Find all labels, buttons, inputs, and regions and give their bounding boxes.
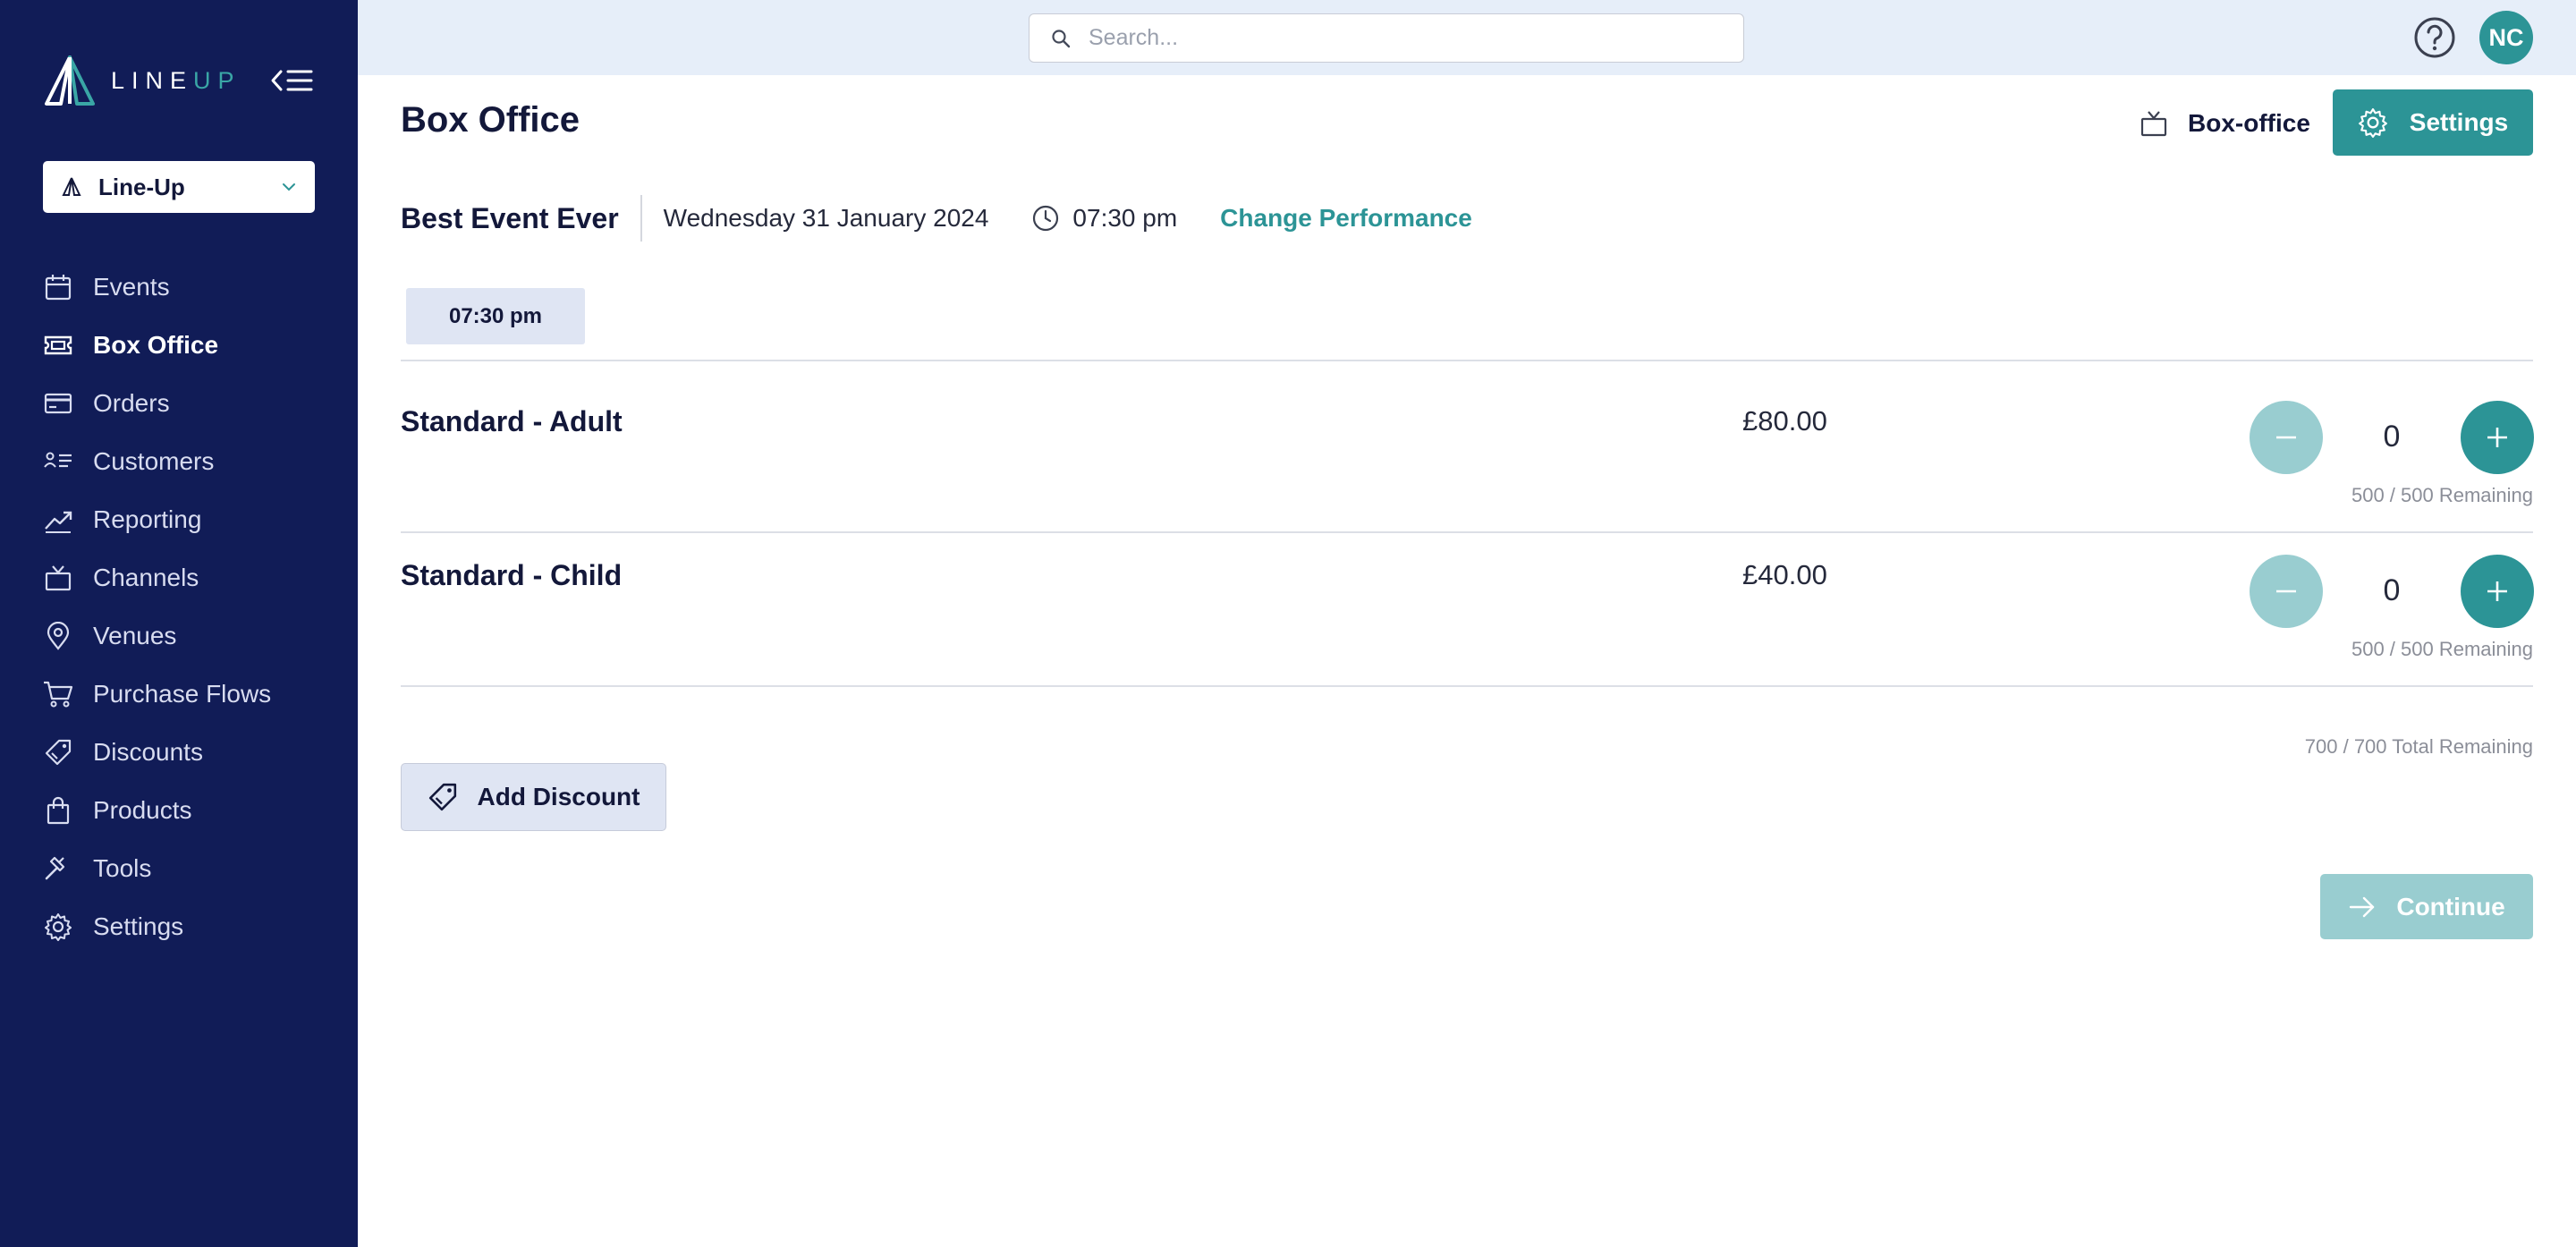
sidebar-item-customers[interactable]: Customers <box>43 432 347 490</box>
minus-icon <box>2276 590 2296 593</box>
sidebar-item-label: Settings <box>93 912 184 940</box>
hammer-icon <box>43 853 73 884</box>
ticket-name: Standard - Child <box>401 559 623 591</box>
event-info: Best Event Ever Wednesday 31 January 202… <box>401 193 1472 243</box>
cart-icon <box>43 679 73 709</box>
gear-icon <box>43 912 73 942</box>
chevron-down-icon <box>283 183 295 191</box>
ticket-price: £40.00 <box>1742 559 1827 590</box>
organisation-select-value: Line-Up <box>98 173 185 200</box>
clock-icon <box>1033 205 1059 232</box>
collapse-menu-icon <box>271 70 313 91</box>
settings-button[interactable]: Settings <box>2333 89 2533 156</box>
channel-label: Box-office <box>2140 102 2310 145</box>
sidebar-item-label: Discounts <box>93 737 203 766</box>
remaining-count: 500 / 500 Remaining <box>2351 484 2533 506</box>
help-icon <box>2414 17 2455 58</box>
remaining-count: 500 / 500 Remaining <box>2351 638 2533 660</box>
tv-icon <box>2140 111 2167 137</box>
tv-icon <box>43 563 73 593</box>
quantity-value: 0 <box>2383 420 2401 454</box>
tag-icon <box>43 737 73 768</box>
arrow-right-icon <box>2350 896 2375 917</box>
increase-quantity-button[interactable] <box>2461 555 2534 628</box>
logo-mark-icon <box>45 55 95 106</box>
sidebar-item-venues[interactable]: Venues <box>43 607 347 665</box>
event-date: Wednesday 31 January 2024 <box>663 204 989 232</box>
increase-quantity-button[interactable] <box>2461 401 2534 474</box>
tag-icon <box>428 783 456 811</box>
plus-icon <box>2487 428 2507 447</box>
sidebar-item-label: Events <box>93 272 170 301</box>
bag-icon <box>43 795 73 826</box>
total-remaining: 700 / 700 Total Remaining <box>2304 735 2533 758</box>
event-time: 07:30 pm <box>1031 204 1177 233</box>
sidebar-item-tools[interactable]: Tools <box>43 839 347 897</box>
logo[interactable]: LINEUP <box>43 54 242 107</box>
sidebar-nav: Events Box Office Orders Customers Repor… <box>43 258 347 955</box>
search-box[interactable] <box>1029 13 1744 63</box>
sidebar-item-settings[interactable]: Settings <box>43 897 347 955</box>
search-icon <box>1052 29 1071 47</box>
tab-performance[interactable]: 07:30 pm <box>406 288 585 344</box>
settings-button-label: Settings <box>2409 108 2509 136</box>
add-discount-label: Add Discount <box>477 783 640 810</box>
help-button[interactable] <box>2413 16 2456 59</box>
quantity-value: 0 <box>2383 573 2401 607</box>
avatar[interactable]: NC <box>2479 11 2533 64</box>
customers-icon <box>43 446 73 477</box>
sidebar-item-orders[interactable]: Orders <box>43 374 347 432</box>
sidebar: LINEUP Line-Up Events Box Office Orders … <box>0 0 358 1247</box>
decrease-quantity-button[interactable] <box>2250 555 2323 628</box>
minus-icon <box>2276 436 2296 439</box>
sidebar-item-label: Reporting <box>93 505 202 533</box>
logo-text: LINEUP <box>111 66 242 94</box>
sidebar-item-label: Products <box>93 795 192 824</box>
chart-line-icon <box>43 505 73 535</box>
org-logo-icon <box>62 177 81 196</box>
plus-icon <box>2487 581 2507 601</box>
card-icon <box>43 388 73 419</box>
add-discount-button[interactable]: Add Discount <box>401 763 666 831</box>
gear-icon <box>2358 108 2387 138</box>
event-name: Best Event Ever <box>401 201 619 234</box>
divider <box>401 685 2533 687</box>
channel-label-text: Box-office <box>2188 109 2310 137</box>
ticket-name: Standard - Adult <box>401 405 623 437</box>
decrease-quantity-button[interactable] <box>2250 401 2323 474</box>
divider <box>640 195 642 242</box>
sidebar-item-label: Box Office <box>93 330 219 359</box>
sidebar-item-events[interactable]: Events <box>43 258 347 316</box>
ticket-price: £80.00 <box>1742 405 1827 437</box>
continue-label: Continue <box>2396 892 2505 920</box>
change-performance-link[interactable]: Change Performance <box>1220 204 1472 233</box>
sidebar-item-reporting[interactable]: Reporting <box>43 490 347 548</box>
topbar: NC <box>358 0 2576 75</box>
page-title: Box Office <box>401 100 580 140</box>
divider <box>401 360 2533 361</box>
sidebar-item-box-office[interactable]: Box Office <box>43 316 347 374</box>
event-time-text: 07:30 pm <box>1072 204 1178 232</box>
calendar-icon <box>43 272 73 302</box>
sidebar-item-label: Tools <box>93 853 152 882</box>
continue-button[interactable]: Continue <box>2320 874 2533 939</box>
sidebar-item-discounts[interactable]: Discounts <box>43 723 347 781</box>
ticket-icon <box>43 330 73 361</box>
sidebar-item-label: Purchase Flows <box>93 679 272 708</box>
sidebar-item-purchase-flows[interactable]: Purchase Flows <box>43 665 347 723</box>
sidebar-item-label: Channels <box>93 563 199 591</box>
collapse-sidebar-button[interactable] <box>270 63 315 98</box>
sidebar-item-label: Venues <box>93 621 177 649</box>
map-pin-icon <box>43 621 73 651</box>
sidebar-item-products[interactable]: Products <box>43 781 347 839</box>
search-input[interactable] <box>1089 25 1715 51</box>
sidebar-item-label: Orders <box>93 388 170 417</box>
divider <box>401 531 2533 533</box>
sidebar-item-label: Customers <box>93 446 215 475</box>
sidebar-item-channels[interactable]: Channels <box>43 548 347 607</box>
organisation-select[interactable]: Line-Up <box>43 161 315 213</box>
